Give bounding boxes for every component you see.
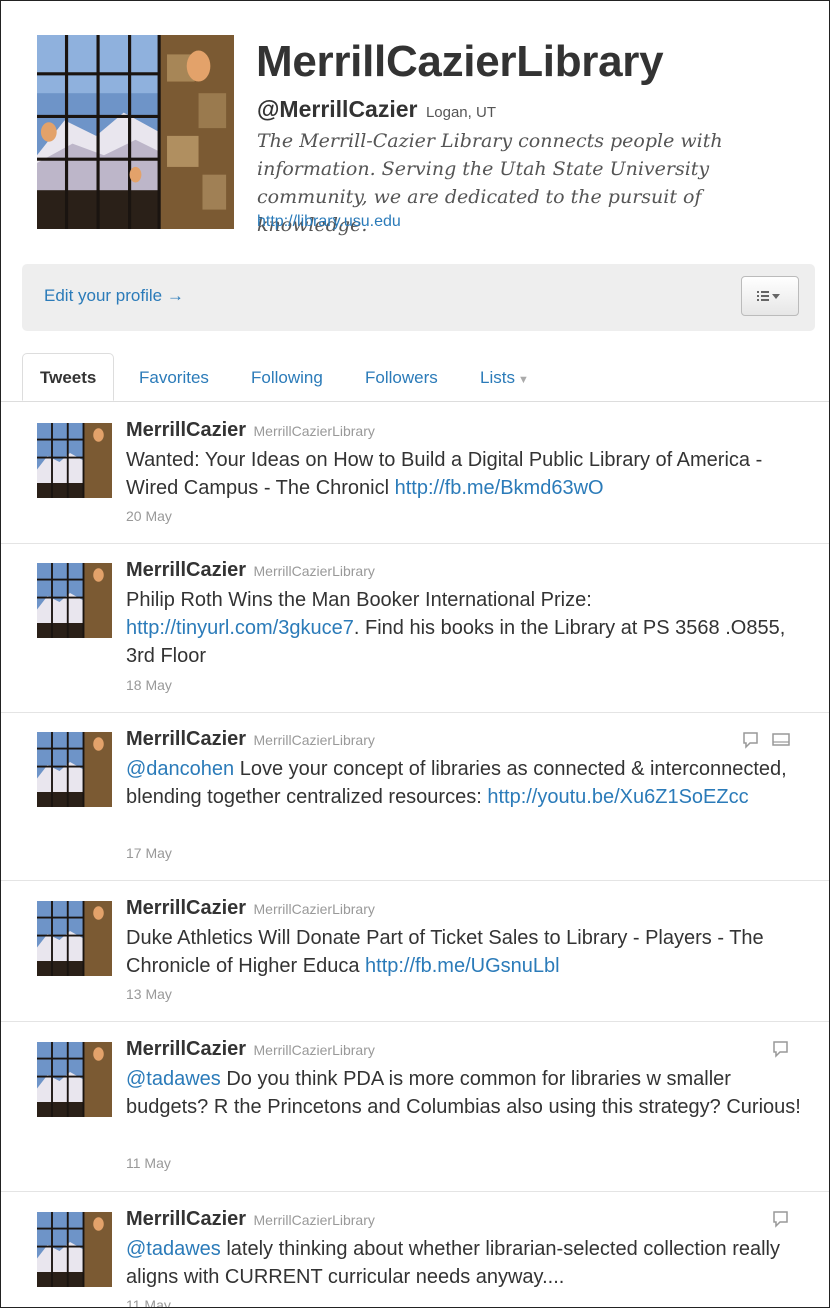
tweet-link[interactable]: http://youtu.be/Xu6Z1SoEZcc: [487, 786, 748, 808]
tweet-text: Duke Athletics Will Donate Part of Ticke…: [126, 924, 816, 980]
tweet-timestamp[interactable]: 20 May: [126, 508, 172, 524]
tweet-avatar[interactable]: [37, 1042, 112, 1117]
tab-following[interactable]: Following: [251, 353, 323, 400]
tweet-text: @tadawes lately thinking about whether l…: [126, 1235, 816, 1291]
tweet[interactable]: MerrillCazier MerrillCazierLibrary @danc…: [1, 713, 829, 881]
library-window-photo-icon: [37, 1212, 112, 1287]
tweet[interactable]: MerrillCazier MerrillCazierLibrary Duke …: [1, 881, 829, 1022]
tweet-mention[interactable]: @tadawes: [126, 1068, 221, 1090]
tab-label: Following: [251, 368, 323, 387]
chevron-down-icon: ▼: [517, 374, 529, 386]
edit-profile-link[interactable]: Edit your profile →: [44, 286, 184, 306]
tweet-timestamp[interactable]: 11 May: [126, 1155, 171, 1171]
handle-row: @MerrillCazier Logan, UT: [257, 96, 496, 123]
tweet-text-body: lately thinking about whether librarian-…: [126, 1238, 780, 1288]
tweet-author-name[interactable]: MerrillCazier: [126, 419, 246, 441]
tweet-text-body: Philip Roth Wins the Man Booker Internat…: [126, 589, 592, 611]
tweet-author-name[interactable]: MerrillCazier: [126, 1038, 246, 1060]
tweet-timestamp[interactable]: 17 May: [126, 845, 172, 861]
tweet-author-name[interactable]: MerrillCazier: [126, 728, 246, 750]
tweet-avatar[interactable]: [37, 901, 112, 976]
tweet-header: MerrillCazier MerrillCazierLibrary: [126, 419, 375, 442]
tab-label: Followers: [365, 368, 438, 387]
library-window-photo-icon: [37, 563, 112, 638]
tweet-header: MerrillCazier MerrillCazierLibrary: [126, 897, 375, 920]
profile-header: MerrillCazierLibrary @MerrillCazier Loga…: [1, 1, 829, 251]
library-window-photo-icon: [37, 1042, 112, 1117]
tweet-text: Philip Roth Wins the Man Booker Internat…: [126, 586, 816, 670]
tab-label: Favorites: [139, 368, 209, 387]
tweet-screen-name[interactable]: MerrillCazierLibrary: [254, 901, 375, 917]
reply-icon[interactable]: [741, 731, 761, 749]
tweet-header: MerrillCazier MerrillCazierLibrary: [126, 728, 375, 751]
tweet-screen-name[interactable]: MerrillCazierLibrary: [254, 732, 375, 748]
tweet-screen-name[interactable]: MerrillCazierLibrary: [254, 423, 375, 439]
tweet-actions: [771, 1210, 791, 1228]
tab-favorites[interactable]: Favorites: [139, 353, 209, 400]
tweet-link[interactable]: http://fb.me/Bkmd63wO: [395, 477, 604, 499]
actions-menu-button[interactable]: [741, 276, 799, 316]
profile-url-link[interactable]: http://library.usu.edu: [257, 213, 401, 231]
tab-followers[interactable]: Followers: [365, 353, 438, 400]
tweet-timestamp[interactable]: 13 May: [126, 986, 172, 1002]
list-menu-icon: [757, 291, 780, 301]
library-window-photo-icon: [37, 35, 234, 229]
tweet-author-name[interactable]: MerrillCazier: [126, 1208, 246, 1230]
tab-label: Tweets: [40, 368, 97, 387]
tweet-avatar[interactable]: [37, 423, 112, 498]
tweet-screen-name[interactable]: MerrillCazierLibrary: [254, 1042, 375, 1058]
tweet-link[interactable]: http://fb.me/UGsnuLbl: [365, 955, 560, 977]
twitter-profile-page: MerrillCazierLibrary @MerrillCazier Loga…: [0, 0, 830, 1308]
tweet-text-body: Do you think PDA is more common for libr…: [126, 1068, 801, 1118]
library-window-photo-icon: [37, 901, 112, 976]
tweet-mention[interactable]: @tadawes: [126, 1238, 221, 1260]
tweet-avatar[interactable]: [37, 563, 112, 638]
profile-tabs: Tweets Favorites Following Followers Lis…: [1, 353, 829, 402]
tweet-actions: [771, 1040, 791, 1058]
tweet[interactable]: MerrillCazier MerrillCazierLibrary @tada…: [1, 1192, 829, 1307]
tab-tweets[interactable]: Tweets: [22, 353, 115, 401]
tweet-header: MerrillCazier MerrillCazierLibrary: [126, 559, 375, 582]
tweet-text: @tadawes Do you think PDA is more common…: [126, 1065, 816, 1121]
tweet[interactable]: MerrillCazier MerrillCazierLibrary Wante…: [1, 402, 829, 544]
library-window-photo-icon: [37, 423, 112, 498]
profile-handle: @MerrillCazier: [257, 96, 418, 122]
media-icon[interactable]: [771, 731, 791, 749]
profile-name: MerrillCazierLibrary: [256, 37, 664, 86]
tweet-mention[interactable]: @dancohen: [126, 758, 234, 780]
tweet-actions: [741, 731, 791, 749]
tweet-text: Wanted: Your Ideas on How to Build a Dig…: [126, 446, 816, 502]
tweet-timestamp[interactable]: 11 May: [126, 1297, 171, 1307]
tweet-author-name[interactable]: MerrillCazier: [126, 559, 246, 581]
profile-avatar[interactable]: [37, 35, 234, 229]
profile-location: Logan, UT: [425, 104, 496, 121]
tweet-screen-name[interactable]: MerrillCazierLibrary: [254, 563, 375, 579]
tab-lists[interactable]: Lists ▼: [480, 353, 529, 400]
profile-action-bar: Edit your profile →: [22, 264, 815, 331]
tweet[interactable]: MerrillCazier MerrillCazierLibrary @tada…: [1, 1022, 829, 1192]
tweet-avatar[interactable]: [37, 1212, 112, 1287]
reply-icon[interactable]: [771, 1210, 791, 1228]
tweet-screen-name[interactable]: MerrillCazierLibrary: [254, 1212, 375, 1228]
tweet-author-name[interactable]: MerrillCazier: [126, 897, 246, 919]
tweet-avatar[interactable]: [37, 732, 112, 807]
tweet-header: MerrillCazier MerrillCazierLibrary: [126, 1038, 375, 1061]
tweet-header: MerrillCazier MerrillCazierLibrary: [126, 1208, 375, 1231]
tweet-link[interactable]: http://tinyurl.com/3gkuce7: [126, 617, 354, 639]
tweet-timestamp[interactable]: 18 May: [126, 677, 172, 693]
tweet[interactable]: MerrillCazier MerrillCazierLibrary Phili…: [1, 544, 829, 713]
tab-label: Lists: [480, 368, 515, 387]
reply-icon[interactable]: [771, 1040, 791, 1058]
tweet-text: @dancohen Love your concept of libraries…: [126, 755, 816, 811]
library-window-photo-icon: [37, 732, 112, 807]
